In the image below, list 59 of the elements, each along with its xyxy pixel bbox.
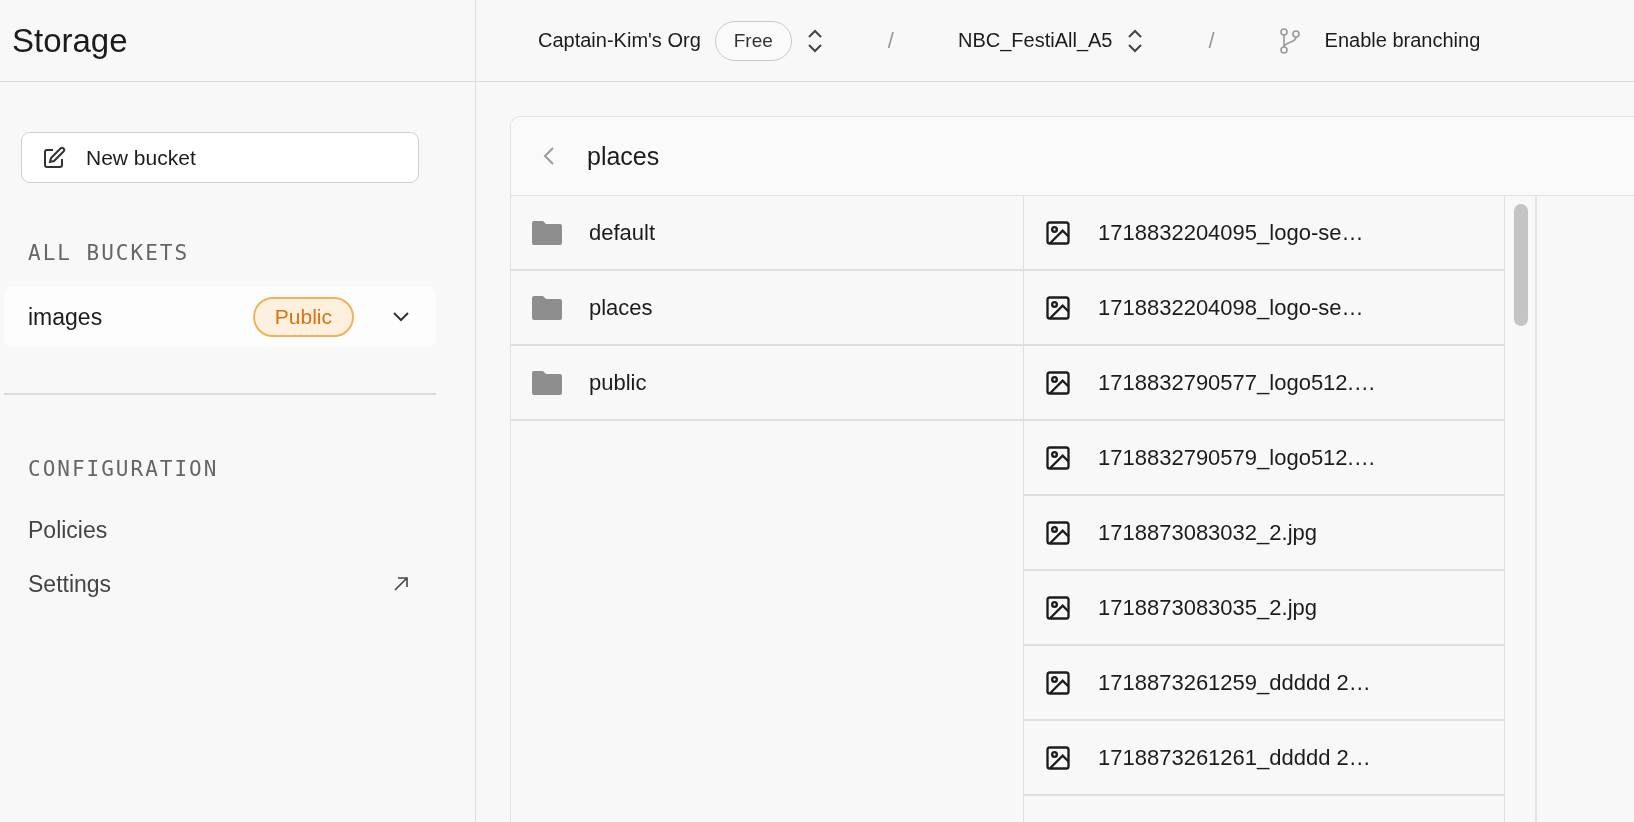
image-icon (1044, 368, 1072, 397)
folder-row[interactable]: public (511, 346, 1023, 421)
folder-row[interactable]: places (511, 271, 1023, 346)
image-icon (1044, 293, 1072, 322)
page-title: Storage (12, 21, 128, 60)
file-name: 1718873261261_ddddd 2… (1098, 744, 1371, 771)
external-link-icon (392, 575, 410, 593)
branch-icon (1278, 27, 1301, 54)
file-row[interactable]: 1718832790579_logo512.… (1024, 421, 1504, 496)
separator: / (887, 27, 894, 54)
file-row[interactable]: 1718873261261_ddddd 2… (1024, 721, 1504, 796)
file-name: 1718832204095_logo-se… (1098, 219, 1364, 246)
item-label: Policies (28, 516, 109, 544)
folder-name: default (589, 219, 656, 246)
bucket-item[interactable]: images Public (4, 287, 436, 347)
folder-icon (531, 294, 563, 321)
back-icon[interactable] (543, 146, 555, 166)
file-row[interactable]: 1718832204098_logo-se… (1024, 271, 1504, 346)
enable-branching-link[interactable]: Enable branching (1324, 29, 1481, 52)
file-name: 1718832204098_logo-se… (1098, 294, 1364, 321)
file-row[interactable]: 1718873261259_ddddd 2… (1024, 646, 1504, 721)
file-row[interactable]: 1718832790577_logo512.… (1024, 346, 1504, 421)
image-icon (1044, 668, 1072, 697)
folder-row[interactable]: default (511, 196, 1023, 271)
section-heading: ALL BUCKETS (27, 241, 191, 265)
scrollbar-thumb[interactable] (1514, 204, 1528, 326)
file-name: 1718873083032_2.jpg (1098, 519, 1317, 546)
folder-icon (531, 219, 563, 246)
file-row[interactable]: 1718832204095_logo-se… (1024, 196, 1504, 271)
item-label: images (28, 303, 104, 331)
image-icon (1044, 743, 1072, 772)
file-name: 1718832790577_logo512.… (1098, 369, 1376, 396)
org-name[interactable]: Captain-Kim's Org (538, 29, 701, 52)
current-path: places (587, 141, 660, 171)
folder-icon (531, 369, 563, 396)
image-icon (1044, 443, 1072, 472)
file-name: 1718873083035_2.jpg (1098, 594, 1317, 621)
file-name: 1718873261259_ddddd 2… (1098, 669, 1371, 696)
image-icon (1044, 593, 1072, 622)
item-label: Settings (28, 570, 113, 598)
project-name[interactable]: NBC_FestiAll_A5 (957, 29, 1113, 52)
folder-name: places (589, 294, 653, 321)
folder-name: public (589, 369, 647, 396)
edit-icon (42, 145, 66, 170)
file-name: 1718832790579_logo512.… (1098, 444, 1376, 471)
image-icon (1044, 518, 1072, 547)
chevrons-icon[interactable] (1126, 27, 1145, 54)
plan-badge: Free (714, 20, 792, 61)
chevrons-icon[interactable] (805, 27, 824, 54)
image-icon (1044, 218, 1072, 247)
sidebar-link[interactable]: Settings (4, 557, 436, 611)
public-badge: Public (252, 297, 354, 337)
file-row[interactable]: 1718873083035_2.jpg (1024, 571, 1504, 646)
new-bucket-button[interactable]: New bucket (21, 132, 419, 183)
chevron-down-icon[interactable] (392, 311, 410, 323)
section-heading: CONFIGURATION (27, 457, 220, 481)
file-row[interactable]: 1718873083032_2.jpg (1024, 496, 1504, 571)
separator: / (1208, 27, 1215, 54)
sidebar-link[interactable]: Policies (4, 503, 436, 557)
